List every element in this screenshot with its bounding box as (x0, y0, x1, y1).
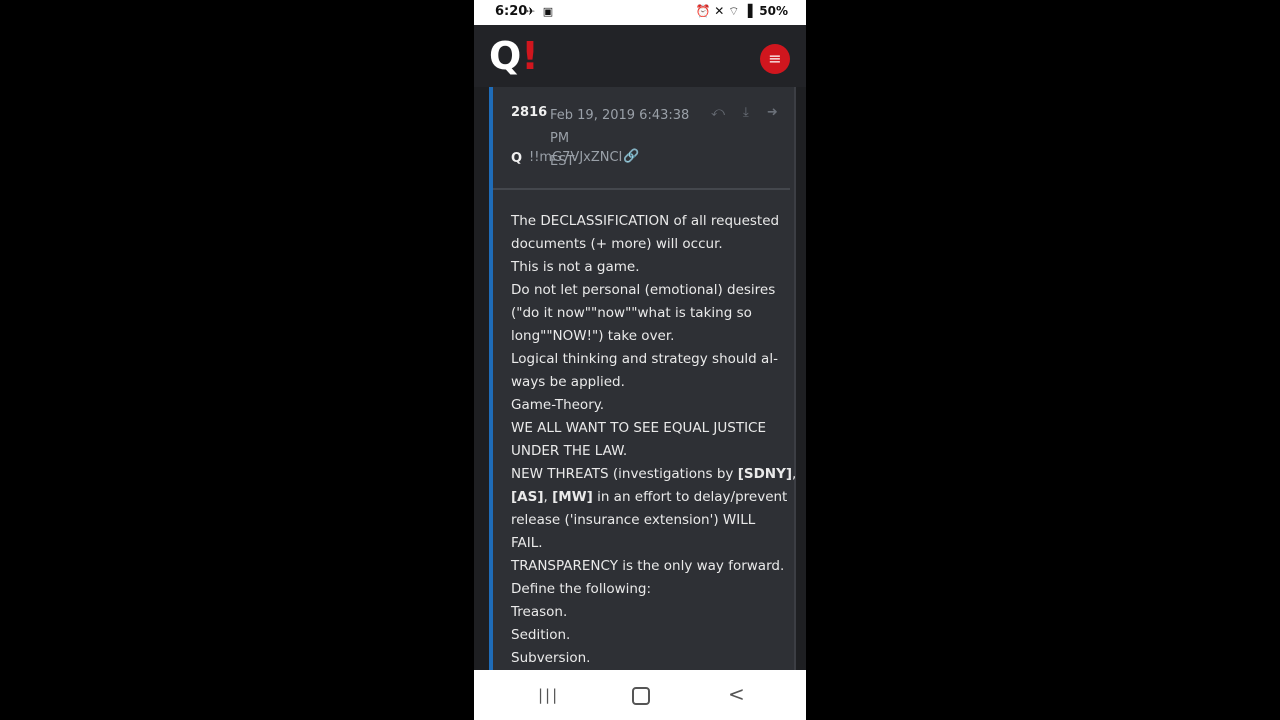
post-header: 2816 Feb 19, 2019 6:43:38 PM EST ⤺ ⤓ ➜ Q… (493, 87, 790, 190)
post-line: NEW THREATS (investigations by [SDNY], (511, 463, 796, 486)
text-segment: , (792, 466, 797, 482)
post-line: Sedition. (511, 624, 773, 647)
text-segment: WE ALL WANT TO SEE EQUAL JUSTICE (511, 420, 767, 436)
post-line: Do not let personal (emotional) desires (511, 279, 776, 302)
text-segment: Sedition. (511, 627, 571, 643)
post-author: Q (511, 151, 523, 166)
text-segment: Subversion. (511, 650, 591, 666)
post-line: documents (+ more) will occur. (511, 233, 773, 256)
home-icon[interactable] (632, 687, 650, 705)
post-line: TRANSPARENCY is the only way forward. (511, 555, 784, 578)
android-nav-bar: ||| < (474, 670, 806, 720)
post-line: ("do it now""now""what is taking so (511, 302, 773, 325)
app-header: Q! ≡ (474, 25, 806, 87)
post-line: UNDER THE LAW. (511, 440, 773, 463)
text-segment: in an effort to delay/prevent (592, 489, 788, 505)
system-icons: ⏰ ✕ ⌔ ▐ 50% (695, 4, 788, 19)
post-line: This is not a game. (511, 256, 773, 279)
post-line: WE ALL WANT TO SEE EQUAL JUSTICE (511, 417, 773, 440)
main-content[interactable]: 2816 Feb 19, 2019 6:43:38 PM EST ⤺ ⤓ ➜ Q… (474, 87, 806, 670)
notification-icons: ✈ ▣ (526, 5, 556, 18)
status-icons: ⏰ ✕ ⌔ ▐ (695, 4, 753, 18)
text-segment: The DECLASSIFICATION of all requested (511, 213, 780, 229)
post-line: Logical thinking and strategy should al- (511, 348, 778, 371)
share-download-next-icons[interactable]: ⤺ ⤓ ➜ (711, 105, 785, 120)
text-segment: NEW THREATS (investigations by (511, 466, 738, 482)
text-segment: , (543, 489, 553, 505)
post-line: long""NOW!") take over. (511, 325, 773, 348)
text-segment: UNDER THE LAW. (511, 443, 628, 459)
text-segment: Define the following: (511, 581, 652, 597)
bold-tag: [AS] (511, 489, 544, 505)
post-date-line1: Feb 19, 2019 6:43:38 PM (550, 108, 690, 146)
logo-q: Q (489, 34, 522, 78)
status-time: 6:20 (495, 4, 528, 19)
post-line: FAIL. (511, 532, 773, 555)
battery-level: 50% (759, 4, 788, 18)
text-segment: TRANSPARENCY is the only way forward. (511, 558, 785, 574)
text-segment: This is not a game. (511, 259, 640, 275)
post-tripcode: !!mG7VJxZNCI (529, 150, 623, 165)
bold-tag: [MW] (552, 489, 593, 505)
menu-button[interactable]: ≡ (760, 44, 790, 74)
link-icon[interactable]: 🔗 (623, 149, 639, 164)
text-segment: Treason. (511, 604, 568, 620)
text-segment: ways be applied. (511, 374, 625, 390)
hamburger-icon: ≡ (768, 49, 782, 68)
logo-exclamation: ! (521, 34, 539, 78)
post-body: The DECLASSIFICATION of all requested doc… (511, 210, 796, 670)
text-segment: long""NOW!") take over. (511, 328, 675, 344)
text-segment: documents (+ more) will occur. (511, 236, 723, 252)
site-logo[interactable]: Q! (489, 36, 539, 76)
text-segment: Logical thinking and strategy should al- (511, 351, 778, 367)
post-line: The DECLASSIFICATION of all requested (511, 210, 779, 233)
post-line: Game-Theory. (511, 394, 773, 417)
post-number: 2816 (511, 105, 548, 120)
recent-apps-icon[interactable]: ||| (538, 686, 559, 704)
post-line: release ('insurance extension') WILL (511, 509, 773, 532)
post-line: Subversion. (511, 647, 773, 670)
status-bar: 6:20 ✈ ▣ ⏰ ✕ ⌔ ▐ 50% (474, 0, 806, 25)
text-segment: ("do it now""now""what is taking so (511, 305, 752, 321)
text-segment: release ('insurance extension') WILL (511, 512, 756, 528)
text-segment: Do not let personal (emotional) desires (511, 282, 776, 298)
post-card: 2816 Feb 19, 2019 6:43:38 PM EST ⤺ ⤓ ➜ Q… (489, 87, 796, 670)
text-segment: FAIL. (511, 535, 543, 551)
phone-screen: 6:20 ✈ ▣ ⏰ ✕ ⌔ ▐ 50% Q! ≡ 2816 Feb 19, 2… (474, 0, 806, 720)
text-segment: Game-Theory. (511, 397, 605, 413)
post-line: Define the following: (511, 578, 773, 601)
post-line: Treason. (511, 601, 773, 624)
back-icon[interactable]: < (728, 682, 745, 706)
post-actions[interactable]: ⤺ ⤓ ➜ (711, 105, 785, 120)
post-line: [AS], [MW] in an effort to delay/prevent (511, 486, 787, 509)
post-line: ways be applied. (511, 371, 773, 394)
bold-tag: [SDNY] (737, 466, 793, 482)
